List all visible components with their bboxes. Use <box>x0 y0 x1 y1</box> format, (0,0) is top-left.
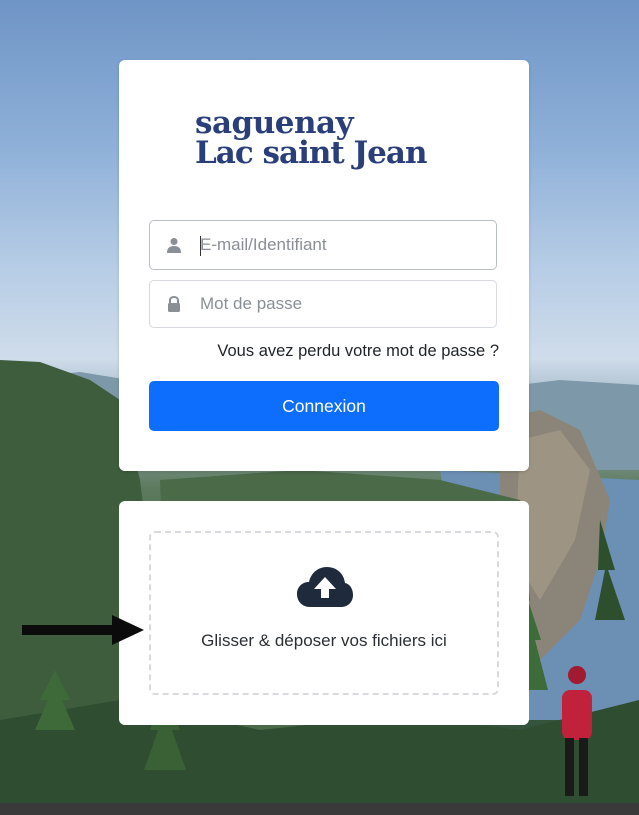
connexion-button[interactable]: Connexion <box>149 381 499 431</box>
password-input[interactable] <box>200 281 490 327</box>
logo-line-1: saguenay <box>195 105 354 141</box>
email-field[interactable] <box>149 220 497 270</box>
logo-line-2: Lac saint Jean <box>195 135 428 171</box>
arrow-right-icon <box>22 615 144 645</box>
forgot-password-link[interactable]: Vous avez perdu votre mot de passe ? <box>217 342 499 361</box>
bottom-bar <box>0 803 639 815</box>
user-icon <box>167 238 181 253</box>
lock-icon <box>168 296 180 312</box>
password-field[interactable] <box>149 280 497 328</box>
file-dropzone[interactable]: Glisser & déposer vos fichiers ici <box>149 531 499 695</box>
saguenay-lac-saint-jean-logo: saguenay Lac saint Jean <box>195 105 455 171</box>
upload-card: Glisser & déposer vos fichiers ici <box>119 501 529 725</box>
email-input[interactable] <box>200 221 490 269</box>
login-card: saguenay Lac saint Jean Vous avez perdu … <box>119 60 529 471</box>
cloud-upload-icon <box>297 567 353 607</box>
dropzone-label: Glisser & déposer vos fichiers ici <box>201 631 447 650</box>
